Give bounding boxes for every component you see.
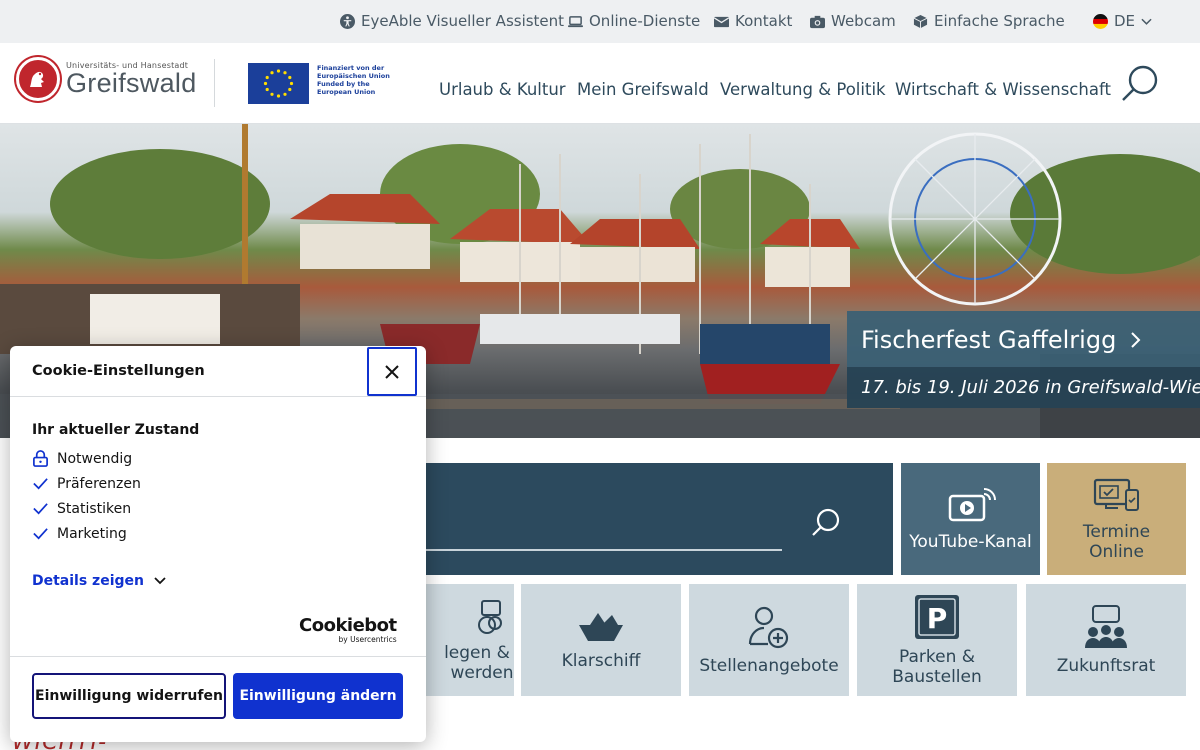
consent-label-notwendig: Notwendig: [57, 450, 133, 467]
laptop-icon: [568, 15, 583, 27]
consent-item-marketing: Marketing: [32, 525, 127, 542]
consent-item-praeferenzen: Präferenzen: [32, 475, 141, 492]
german-flag-icon: [1093, 13, 1108, 29]
consent-label-statistiken: Statistiken: [57, 500, 132, 517]
check-icon: [33, 528, 48, 540]
lock-icon: [33, 450, 48, 467]
webcam-label: Webcam: [831, 12, 896, 30]
cookiebot-brand-sub: by Usercentrics: [338, 635, 397, 644]
cookie-footer-divider: [10, 656, 426, 657]
eyeable-link[interactable]: EyeAble Visueller Assistent: [340, 12, 564, 30]
search-input[interactable]: [380, 549, 782, 551]
eu-flag-icon: [248, 63, 309, 104]
calendar-device-icon: [1093, 478, 1139, 511]
kontakt-label: Kontakt: [735, 12, 793, 30]
user-add-icon: [748, 606, 789, 649]
tile-zukunftsrat-label: Zukunftsrat: [1056, 656, 1156, 676]
tile-stellenangebote[interactable]: Stellenangebote: [689, 584, 849, 696]
utility-bar: EyeAble Visueller Assistent Online-Diens…: [0, 0, 1200, 43]
site-logo[interactable]: Universitäts- und Hansestadt Greifswald: [16, 57, 197, 101]
consent-label-marketing: Marketing: [57, 525, 127, 542]
tile-youtube[interactable]: YouTube-Kanal: [901, 463, 1040, 575]
tile-termine-online[interactable]: Termine Online: [1047, 463, 1186, 575]
eyeable-label: EyeAble Visueller Assistent: [361, 12, 565, 30]
cookiebot-brand: Cookiebot: [299, 615, 397, 636]
camera-icon: [810, 15, 825, 28]
hero-event-card[interactable]: Fischerfest Gaffelrigg 17. bis 19. Juli …: [847, 311, 1200, 408]
cookiebot-logo[interactable]: Cookiebot by Usercentrics: [299, 615, 397, 645]
svg-text:P: P: [927, 602, 948, 635]
accessibility-icon: [340, 13, 355, 29]
search-icon[interactable]: [1120, 63, 1160, 103]
hero-title: Fischerfest Gaffelrigg: [861, 326, 1117, 354]
change-consent-button[interactable]: Einwilligung ändern: [233, 673, 403, 719]
consent-state-title: Ihr aktueller Zustand: [32, 422, 200, 438]
tile-parken-baustellen[interactable]: P Parken & Baustellen: [857, 584, 1017, 696]
consent-item-statistiken: Statistiken: [32, 500, 131, 517]
tile-termine-label-1: Termine: [1082, 522, 1151, 542]
einfache-sprache-label: Einfache Sprache: [934, 12, 1065, 30]
consent-label-praeferenzen: Präferenzen: [57, 475, 141, 492]
details-toggle[interactable]: Details zeigen: [32, 573, 166, 589]
paper-boat-icon: [579, 613, 623, 641]
tile-klarschiff-label: Klarschiff: [561, 651, 641, 671]
nav-mein-greifswald[interactable]: Mein Greifswald: [577, 80, 709, 99]
online-dienste-label: Online-Dienste: [589, 12, 701, 30]
close-icon: [385, 364, 399, 379]
eu-funding-text: Finanziert von der Europäischen Union Fu…: [317, 64, 390, 96]
withdraw-consent-button[interactable]: Einwilligung widerrufen: [32, 673, 226, 719]
cookie-consent-dialog: Cookie-Einstellungen Ihr aktueller Zusta…: [10, 346, 426, 742]
einfache-sprache-link[interactable]: Einfache Sprache: [913, 12, 1065, 30]
parking-sign-icon: P: [915, 595, 959, 639]
webcam-link[interactable]: Webcam: [810, 12, 896, 30]
chevron-down-icon: [1141, 18, 1152, 25]
check-icon: [33, 478, 48, 490]
mail-icon: [714, 16, 729, 27]
kontakt-link[interactable]: Kontakt: [714, 12, 792, 30]
language-selector[interactable]: DE: [1093, 12, 1152, 30]
hero-subtitle: 17. bis 19. Juli 2026 in Greifswald-Wiec…: [847, 367, 1200, 408]
cookie-dialog-header: Cookie-Einstellungen: [10, 346, 426, 397]
cube-icon: [913, 14, 928, 28]
video-screen-icon: [948, 488, 996, 522]
nav-urlaub-kultur[interactable]: Urlaub & Kultur: [439, 80, 566, 99]
tile-parken-label-2: Baustellen: [892, 667, 982, 687]
consent-item-notwendig: Notwendig: [32, 450, 132, 467]
logo-title: Greifswald: [66, 68, 197, 98]
check-icon: [33, 503, 48, 515]
feedback-faces-icon: [478, 600, 502, 634]
chevron-down-icon: [154, 577, 166, 585]
site-header: Universitäts- und Hansestadt Greifswald …: [0, 43, 1200, 124]
site-search-panel: [380, 463, 893, 575]
tile-parken-label-1: Parken &: [898, 647, 976, 667]
header-divider: [214, 59, 215, 107]
nav-wirtschaft-wissenschaft[interactable]: Wirtschaft & Wissenschaft: [895, 80, 1111, 99]
nav-verwaltung-politik[interactable]: Verwaltung & Politik: [720, 80, 886, 99]
chevron-right-icon: [1131, 332, 1141, 348]
group-discussion-icon: [1085, 605, 1127, 648]
cookie-close-button[interactable]: [367, 347, 417, 396]
online-dienste-link[interactable]: Online-Dienste: [568, 12, 700, 30]
tile-termine-label-2: Online: [1089, 542, 1144, 562]
cookie-dialog-title: Cookie-Einstellungen: [32, 363, 205, 379]
tile-klarschiff[interactable]: Klarschiff: [521, 584, 681, 696]
tile-stellenangebote-label: Stellenangebote: [699, 656, 839, 676]
language-label: DE: [1114, 12, 1136, 30]
tile-zukunftsrat[interactable]: Zukunftsrat: [1026, 584, 1186, 696]
details-label: Details zeigen: [32, 573, 144, 589]
search-submit-icon[interactable]: [810, 507, 842, 539]
tile-youtube-label: YouTube-Kanal: [909, 532, 1032, 552]
griffin-crest-icon: [16, 57, 60, 101]
